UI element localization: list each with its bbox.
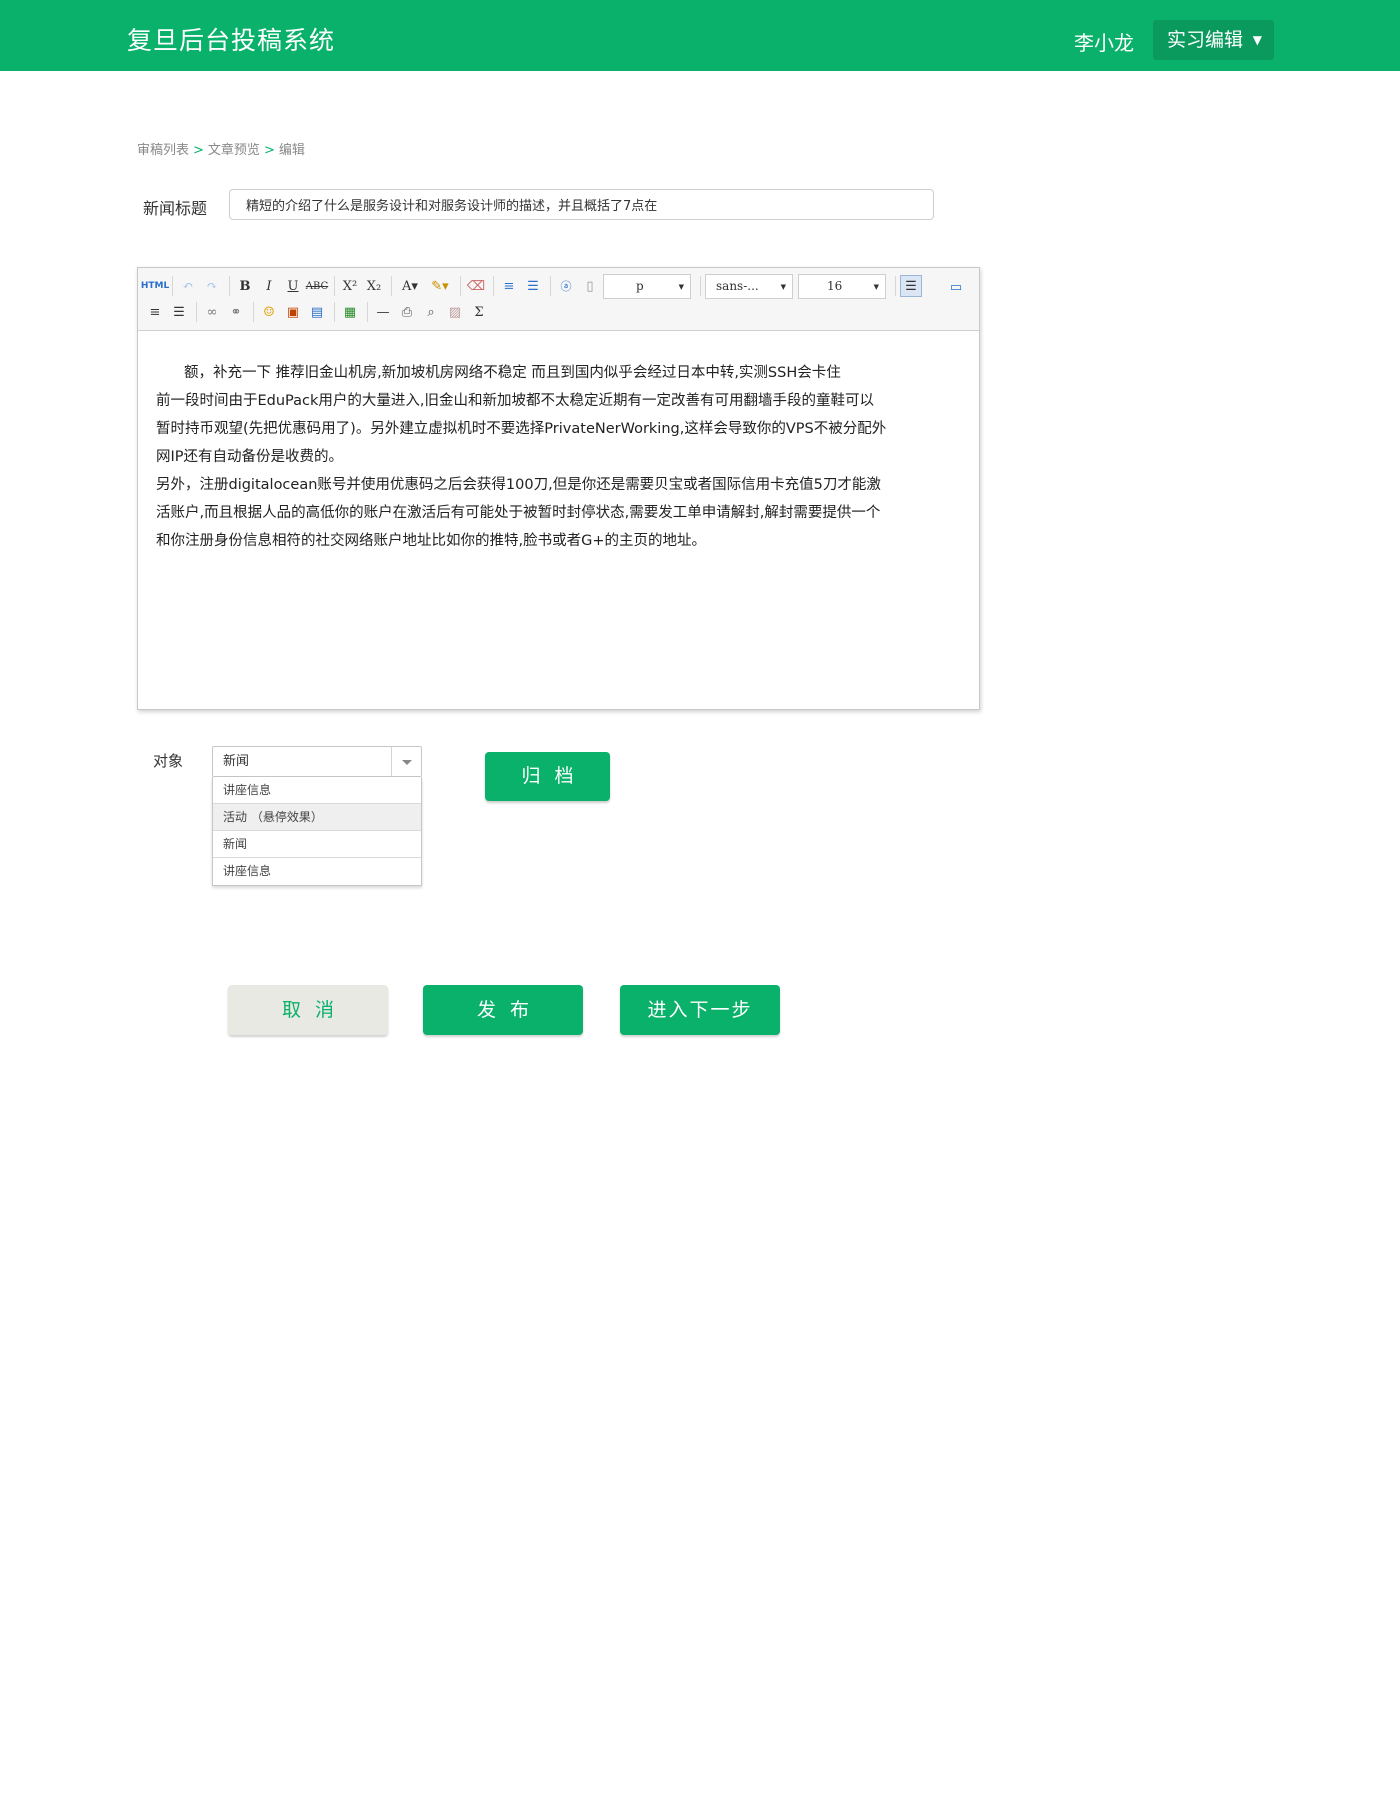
italic-icon[interactable]: I — [258, 275, 280, 297]
preview-icon[interactable]: ⌕ — [420, 301, 442, 323]
target-select-value: 新闻 — [223, 754, 250, 769]
editor-line: 另外，注册digitalocean账号并使用优惠码之后会获得100刀,但是你还是… — [156, 477, 881, 493]
font-size-select[interactable]: 16 ▼ — [798, 273, 886, 299]
target-options-list: 讲座信息 活动 （悬停效果） 新闻 讲座信息 — [212, 777, 422, 886]
breadcrumb-separator: > — [263, 143, 275, 158]
redo-icon[interactable]: ↷ — [201, 275, 223, 297]
superscript-icon[interactable]: X² — [339, 275, 361, 297]
link-icon[interactable]: ∞ — [201, 301, 223, 323]
role-label: 实习编辑 — [1167, 29, 1244, 51]
toolbar-divider — [550, 276, 551, 296]
editor-line: 活账户,而且根据人品的高低你的账户在激活后有可能处于被暂时封停状态,需要发工单申… — [156, 505, 881, 521]
toolbar-divider — [196, 302, 197, 322]
caret-down-icon: ▼ — [1252, 33, 1262, 47]
format-select-value: p — [636, 279, 644, 293]
breadcrumb-review-list[interactable]: 审稿列表 — [137, 143, 189, 158]
print-icon[interactable]: ⎙ — [396, 301, 418, 323]
unlink-icon[interactable]: ⚭ — [225, 301, 247, 323]
top-navbar: 复旦后台投稿系统 李小龙 实习编辑 ▼ — [0, 0, 1400, 71]
dropdown-arrow-icon: ▼ — [678, 282, 684, 291]
dropdown-arrow-icon: ▼ — [780, 282, 786, 291]
formula-icon[interactable]: Σ — [468, 301, 490, 323]
editor-line: 和你注册身份信息相符的社交网络账户地址比如你的推特,脸书或者G+的主页的地址。 — [156, 533, 706, 549]
editor-line: 前一段时间由于EduPack用户的大量进入,旧金山和新加坡都不太稳定近期有一定改… — [156, 393, 875, 409]
bold-icon[interactable]: B — [234, 275, 256, 297]
toolbar-divider — [460, 276, 461, 296]
editor-content[interactable]: 额，补充一下 推荐旧金山机房,新加坡机房网络不稳定 而且到国内似乎会经过日本中转… — [138, 331, 979, 555]
target-label: 对象 — [153, 752, 184, 770]
align-left-icon[interactable]: ☰ — [900, 275, 922, 297]
toolbar-divider — [367, 302, 368, 322]
font-color-icon[interactable]: A▾ — [396, 275, 424, 297]
html-source-icon[interactable]: HTML — [141, 275, 169, 297]
emoticon-icon[interactable]: ☺ — [258, 301, 280, 323]
font-size-value: 16 — [827, 279, 843, 293]
toolbar-divider — [229, 276, 230, 296]
title-input[interactable] — [229, 189, 934, 220]
breadcrumb-separator: > — [193, 143, 204, 158]
font-family-select[interactable]: sans-... ▼ — [705, 273, 793, 299]
highlight-color-icon[interactable]: ✎▾ — [426, 275, 454, 297]
breadcrumb-article-preview[interactable]: 文章预览 — [208, 143, 260, 158]
video-icon[interactable]: ▤ — [306, 301, 328, 323]
list-item[interactable]: 新闻 — [213, 831, 421, 858]
publish-button[interactable]: 发布 — [423, 985, 583, 1035]
document-icon[interactable]: ▯ — [579, 275, 601, 297]
title-label: 新闻标题 — [143, 199, 208, 218]
brand-title: 复旦后台投稿系统 — [127, 26, 336, 55]
fullscreen-icon[interactable]: ▭ — [945, 276, 967, 298]
toolbar-divider — [334, 276, 335, 296]
format-select[interactable]: p ▼ — [603, 273, 691, 299]
undo-icon[interactable]: ↶ — [177, 275, 199, 297]
role-dropdown[interactable]: 实习编辑 ▼ — [1153, 20, 1274, 60]
subscript-icon[interactable]: X₂ — [363, 275, 385, 297]
paste-icon[interactable]: ▨ — [444, 301, 466, 323]
toolbar-divider — [700, 276, 701, 296]
align-right-icon[interactable]: ☰ — [168, 301, 190, 323]
target-select[interactable]: 新闻 — [212, 746, 422, 777]
horizontal-rule-icon[interactable]: — — [372, 301, 394, 323]
ordered-list-icon[interactable]: ≡ — [498, 275, 520, 297]
cancel-button[interactable]: 取消 — [228, 985, 388, 1035]
underline-icon[interactable]: U — [282, 275, 304, 297]
editor-line: 暂时持币观望(先把优惠码用了)。另外建立虚拟机时不要选择PrivateNerWo… — [156, 421, 887, 437]
align-center-icon[interactable]: ≡ — [144, 301, 166, 323]
list-item[interactable]: 讲座信息 — [213, 777, 421, 804]
breadcrumb-current: 编辑 — [278, 143, 305, 158]
unordered-list-icon[interactable]: ☰ — [522, 275, 544, 297]
insert-image-icon[interactable]: ▦ — [339, 301, 361, 323]
editor-line: 网IP还有自动备份是收费的。 — [156, 449, 344, 465]
list-item[interactable]: 讲座信息 — [213, 858, 421, 885]
strikethrough-icon[interactable]: ABC — [306, 275, 328, 297]
image-icon[interactable]: ▣ — [282, 301, 304, 323]
archive-button[interactable]: 归档 — [485, 752, 610, 801]
toolbar-divider — [334, 302, 335, 322]
user-name[interactable]: 李小龙 — [1074, 27, 1134, 56]
anchor-icon[interactable]: ⓐ — [555, 275, 577, 297]
toolbar-divider — [493, 276, 494, 296]
next-step-button[interactable]: 进入下一步 — [620, 985, 780, 1035]
toolbar-divider — [253, 302, 254, 322]
toolbar-divider — [895, 276, 896, 296]
list-item[interactable]: 活动 （悬停效果） — [213, 804, 421, 831]
rich-text-editor: HTML ↶ ↷ B I U ABC X² X₂ A▾ ✎▾ ⌫ ≡ ☰ ⓐ ▯… — [137, 267, 980, 710]
breadcrumb: 审稿列表 > 文章预览 > 编辑 — [137, 139, 305, 158]
editor-line: 额，补充一下 推荐旧金山机房,新加坡机房网络不稳定 而且到国内似乎会经过日本中转… — [184, 365, 841, 381]
chevron-down-icon[interactable] — [391, 747, 421, 776]
toolbar-divider — [391, 276, 392, 296]
editor-toolbar: HTML ↶ ↷ B I U ABC X² X₂ A▾ ✎▾ ⌫ ≡ ☰ ⓐ ▯… — [138, 268, 979, 331]
font-family-value: sans-... — [716, 279, 759, 293]
dropdown-arrow-icon: ▼ — [873, 282, 879, 291]
toolbar-divider — [172, 276, 173, 296]
eraser-icon[interactable]: ⌫ — [465, 275, 487, 297]
